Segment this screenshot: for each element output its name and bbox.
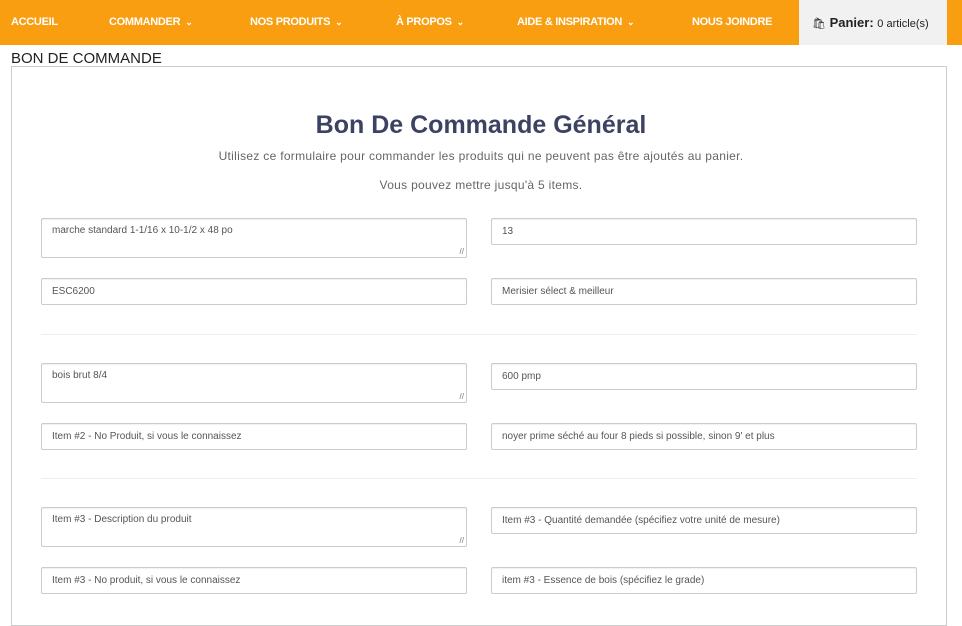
- field-placeholder: item #3 - Essence de bois (spécifiez le …: [502, 575, 705, 586]
- resize-grip-icon[interactable]: //: [460, 247, 464, 256]
- shopping-bag-icon: 🛍: [812, 18, 826, 30]
- chevron-down-icon: ⌄: [627, 17, 635, 27]
- item3-wood[interactable]: item #3 - Essence de bois (spécifiez le …: [491, 567, 917, 594]
- field-placeholder: Item #2 - No Produit, si vous le connais…: [52, 431, 242, 442]
- page-title: BON DE COMMANDE: [11, 50, 162, 67]
- cart-label: Panier:: [829, 15, 874, 30]
- item3-description[interactable]: Item #3 - Description du produit //: [41, 507, 467, 547]
- item3-product-no[interactable]: Item #3 - No produit, si vous le connais…: [41, 567, 467, 594]
- nav-label: NOUS JOINDRE: [692, 16, 773, 28]
- nav-label: AIDE & INSPIRATION: [517, 16, 623, 28]
- nav-aide-inspiration[interactable]: AIDE & INSPIRATION ⌄: [517, 0, 635, 45]
- field-value: Merisier sélect & meilleur: [502, 286, 614, 297]
- field-placeholder: Item #3 - Quantité demandée (spécifiez v…: [502, 515, 780, 526]
- item1-quantity[interactable]: 13: [491, 218, 917, 245]
- nav-label: À PROPOS: [396, 16, 452, 28]
- top-nav: ACCUEIL COMMANDER ⌄ NOS PRODUITS ⌄ À PROPO…: [0, 0, 962, 45]
- chevron-down-icon: ⌄: [335, 17, 343, 27]
- field-placeholder: Item #3 - No produit, si vous le connais…: [52, 575, 241, 586]
- field-value: 13: [502, 226, 514, 237]
- resize-grip-icon[interactable]: //: [460, 536, 464, 545]
- resize-grip-icon[interactable]: //: [460, 392, 464, 401]
- divider: [41, 334, 917, 335]
- field-value: ESC6200: [52, 286, 95, 297]
- item2-description[interactable]: bois brut 8/4 //: [41, 363, 467, 403]
- field-value: bois brut 8/4: [52, 370, 108, 381]
- nav-label: NOS PRODUITS: [250, 16, 331, 28]
- cart-count: 0 article(s): [877, 18, 929, 30]
- item2-wood[interactable]: noyer prime séché au four 8 pieds si pos…: [491, 423, 917, 450]
- item2-product-no[interactable]: Item #2 - No Produit, si vous le connais…: [41, 423, 467, 450]
- chevron-down-icon: ⌄: [185, 17, 193, 27]
- nav-accueil[interactable]: ACCUEIL: [11, 0, 58, 45]
- cart-button[interactable]: 🛍 Panier: 0 article(s): [799, 0, 947, 45]
- field-value: marche standard 1-1/16 x 10-1/2 x 48 po: [52, 225, 233, 236]
- field-value: noyer prime séché au four 8 pieds si pos…: [502, 431, 775, 442]
- divider: [41, 478, 917, 479]
- item1-wood[interactable]: Merisier sélect & meilleur: [491, 278, 917, 305]
- item2-quantity[interactable]: 600 pmp: [491, 363, 917, 390]
- chevron-down-icon: ⌄: [456, 17, 465, 27]
- nav-label: COMMANDER: [109, 16, 181, 28]
- form-intro: Utilisez ce formulaire pour commander le…: [218, 149, 744, 163]
- nav-nous-joindre[interactable]: NOUS JOINDRE: [692, 0, 772, 45]
- field-value: 600 pmp: [502, 371, 541, 382]
- item1-product-no[interactable]: ESC6200: [41, 278, 467, 305]
- item1-description[interactable]: marche standard 1-1/16 x 10-1/2 x 48 po /…: [41, 218, 467, 258]
- field-placeholder: Item #3 - Description du produit: [52, 514, 192, 525]
- form-title: Bon De Commande Général: [315, 111, 647, 139]
- nav-a-propos[interactable]: À PROPOS ⌄: [396, 0, 464, 45]
- nav-commander[interactable]: COMMANDER ⌄: [109, 0, 193, 45]
- nav-label: ACCUEIL: [11, 16, 58, 28]
- item3-quantity[interactable]: Item #3 - Quantité demandée (spécifiez v…: [491, 507, 917, 534]
- form-limit: Vous pouvez mettre jusqu'à 5 items.: [379, 178, 583, 192]
- nav-nos-produits[interactable]: NOS PRODUITS ⌄: [250, 0, 343, 45]
